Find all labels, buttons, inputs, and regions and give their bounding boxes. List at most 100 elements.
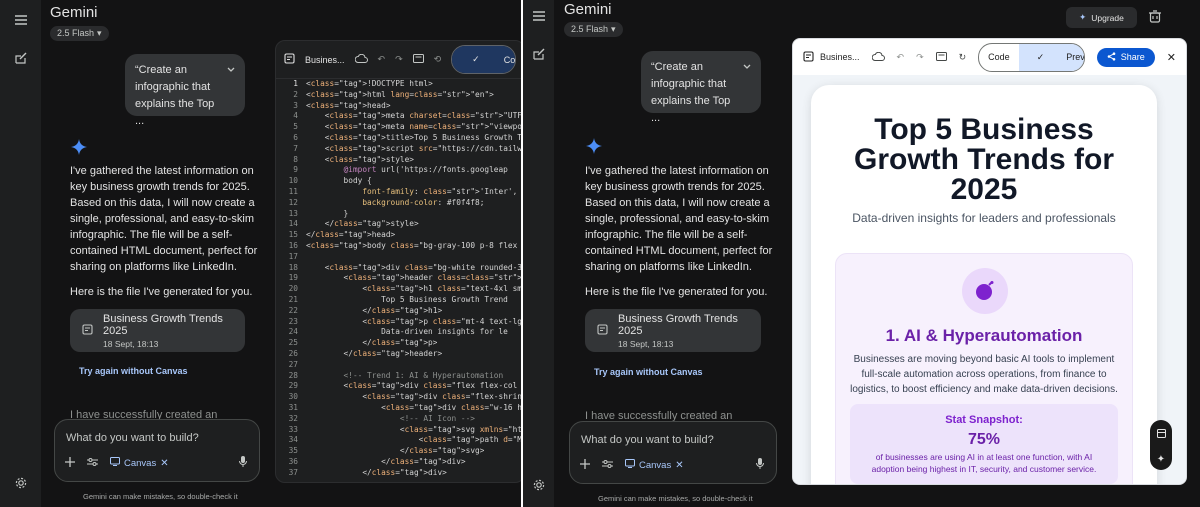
code-line: 12 background-color: #f0f4f8;	[276, 198, 524, 209]
chevron-down-icon[interactable]	[227, 62, 235, 79]
line-number: 36	[288, 456, 298, 466]
code-preview-toggle[interactable]: ✓ Code	[451, 45, 516, 74]
close-icon[interactable]: ✕	[160, 458, 168, 469]
add-icon[interactable]	[580, 456, 590, 474]
cloud-icon[interactable]	[354, 53, 368, 65]
code-line: 18 <class="tag">div class="bg-white roun…	[276, 263, 524, 274]
response-line: single, professional, and easy-to-skim	[585, 213, 770, 225]
code-line: 36 </class="tag">div>	[276, 457, 524, 468]
share-button[interactable]: Share	[1096, 47, 1155, 67]
redo-icon[interactable]: ↷	[395, 54, 403, 65]
code-text: font-family: class="str">'Inter', sans-s…	[362, 186, 524, 196]
chevron-down-icon[interactable]	[743, 59, 751, 76]
code-preview-toggle[interactable]: Code ✓ Preview	[978, 42, 1085, 72]
file-card[interactable]: Business Growth Trends 2025 18 Sept, 18:…	[70, 309, 245, 352]
preview-tab[interactable]: ✓ Preview	[1018, 43, 1084, 71]
line-number: 8	[293, 154, 298, 164]
disclaimer-text: Gemini can make mistakes, so double-chec…	[598, 494, 753, 503]
code-tab[interactable]: Code	[979, 44, 1019, 71]
code-tab[interactable]: ✓ Code	[452, 46, 516, 73]
code-line: 35 </class="tag">svg>	[276, 446, 524, 457]
code-text: Top 5 Business Growth Trend	[306, 294, 508, 304]
prompt-input-box[interactable]: What do you want to build? Canvas ✕	[54, 419, 260, 482]
prompt-input-placeholder[interactable]: What do you want to build?	[66, 432, 199, 444]
settings-gear-icon[interactable]	[12, 474, 30, 492]
redo-icon[interactable]: ↷	[916, 52, 924, 63]
prompt-line: “Create an	[135, 64, 187, 76]
code-line: 32 <!-- AI Icon -->	[276, 414, 524, 425]
upgrade-label: Upgrade	[1091, 12, 1124, 23]
line-number: 6	[293, 132, 298, 142]
code-line: 3 <class="tag">head>	[276, 101, 524, 112]
layout-icon[interactable]	[1156, 425, 1166, 443]
file-card[interactable]: Business Growth Trends 2025 18 Sept, 18:…	[585, 309, 761, 352]
model-selector[interactable]: 2.5 Flash ▾	[564, 19, 623, 37]
code-text: </class="tag">p>	[306, 338, 438, 348]
response-line: sharing on platforms like LinkedIn.	[70, 261, 237, 273]
infographic-subtitle: Data-driven insights for leaders and pro…	[852, 211, 1116, 225]
close-panel-icon[interactable]: ✕	[1167, 51, 1176, 64]
user-prompt-bubble[interactable]: “Create an infographic that explains the…	[641, 51, 761, 124]
response-line: sharing on platforms like LinkedIn.	[585, 261, 752, 273]
response-line: infographic. The file will be a self-	[70, 229, 233, 241]
settings-gear-icon[interactable]	[530, 476, 548, 494]
undo-icon[interactable]: ↶	[378, 54, 386, 65]
line-number: 27	[288, 359, 298, 369]
canvas-chip[interactable]: Canvas ✕	[625, 459, 684, 471]
microphone-icon[interactable]	[756, 456, 764, 474]
code-line: 19 <class="tag">header class=class="str"…	[276, 273, 524, 284]
response-line: Based on this data, I will now create a	[585, 197, 770, 209]
undo-icon[interactable]: ↶	[897, 52, 905, 63]
code-text: </class="tag">header>	[306, 348, 443, 358]
infographic-title-line: 2025	[950, 173, 1018, 206]
temporary-chat-icon[interactable]	[1149, 10, 1161, 28]
try-again-link[interactable]: Try again without Canvas	[79, 366, 188, 376]
magic-sparkle-icon[interactable]: ✦	[1157, 454, 1165, 465]
trend-description-line: full-scale automation across operations,…	[861, 369, 1107, 380]
code-editor[interactable]: 1 <class="tag">!DOCTYPE html> 2 <class="tag…	[276, 79, 524, 482]
tools-sliders-icon[interactable]	[87, 454, 98, 472]
history-icon[interactable]: ⟲	[434, 54, 442, 65]
line-number: 19	[288, 273, 298, 283]
canvas-icon	[110, 457, 120, 469]
trend-description-line: logistics, to boost efficiency and make …	[850, 384, 1118, 395]
document-icon	[597, 322, 608, 340]
console-icon[interactable]	[935, 51, 947, 63]
prompt-input-box[interactable]: What do you want to build? Canvas ✕	[569, 421, 777, 484]
menu-icon[interactable]	[530, 7, 548, 25]
close-icon[interactable]: ✕	[675, 460, 683, 471]
prompt-line: infographic that	[135, 81, 211, 93]
code-line: 4 <class="tag">meta charset=class="str">…	[276, 111, 524, 122]
microphone-icon[interactable]	[239, 454, 247, 472]
document-icon	[82, 322, 93, 340]
code-line: 33 <class="tag">svg xmlns="http://www.	[276, 425, 524, 436]
tools-sliders-icon[interactable]	[602, 456, 613, 474]
response-line: single, professional, and easy-to-skim	[70, 213, 255, 225]
upgrade-button[interactable]: ✦ Upgrade	[1066, 7, 1137, 28]
app-title: Gemini	[564, 1, 612, 18]
code-line: 13 }	[276, 209, 524, 220]
code-text: <class="tag">meta name=class="str">"view…	[306, 122, 524, 132]
sparkle-icon: ✦	[1079, 12, 1087, 22]
new-chat-icon[interactable]	[12, 49, 30, 67]
preview-viewport[interactable]: Top 5 Business Growth Trends for 2025 Da…	[793, 75, 1186, 484]
add-icon[interactable]	[65, 454, 75, 472]
user-prompt-bubble[interactable]: “Create an infographic that explains the…	[125, 54, 245, 127]
canvas-chip[interactable]: Canvas ✕	[110, 457, 169, 469]
refresh-icon[interactable]: ↻	[959, 52, 967, 63]
code-text: <!-- Trend 1: AI & Hyperautomation	[306, 370, 504, 380]
try-again-link[interactable]: Try again without Canvas	[594, 367, 703, 377]
code-line: 28 <!-- Trend 1: AI & Hyperautomation	[276, 371, 524, 382]
prompt-line: “Create an	[651, 61, 703, 73]
new-chat-icon[interactable]	[530, 45, 548, 63]
menu-icon[interactable]	[12, 11, 30, 29]
code-text: <class="tag">style>	[306, 154, 414, 164]
code-text: <class="tag">div class="bg-white rounded…	[306, 262, 524, 272]
model-selector[interactable]: 2.5 Flash ▾	[50, 23, 109, 41]
cloud-icon[interactable]	[871, 51, 885, 63]
line-number: 30	[288, 392, 298, 402]
code-text: <class="tag">div class="w-16 h-16 sm:w-	[306, 402, 524, 412]
console-icon[interactable]	[412, 54, 424, 65]
prompt-input-placeholder[interactable]: What do you want to build?	[581, 434, 714, 446]
response-paragraph: Here is the file I've generated for you.	[70, 284, 270, 300]
